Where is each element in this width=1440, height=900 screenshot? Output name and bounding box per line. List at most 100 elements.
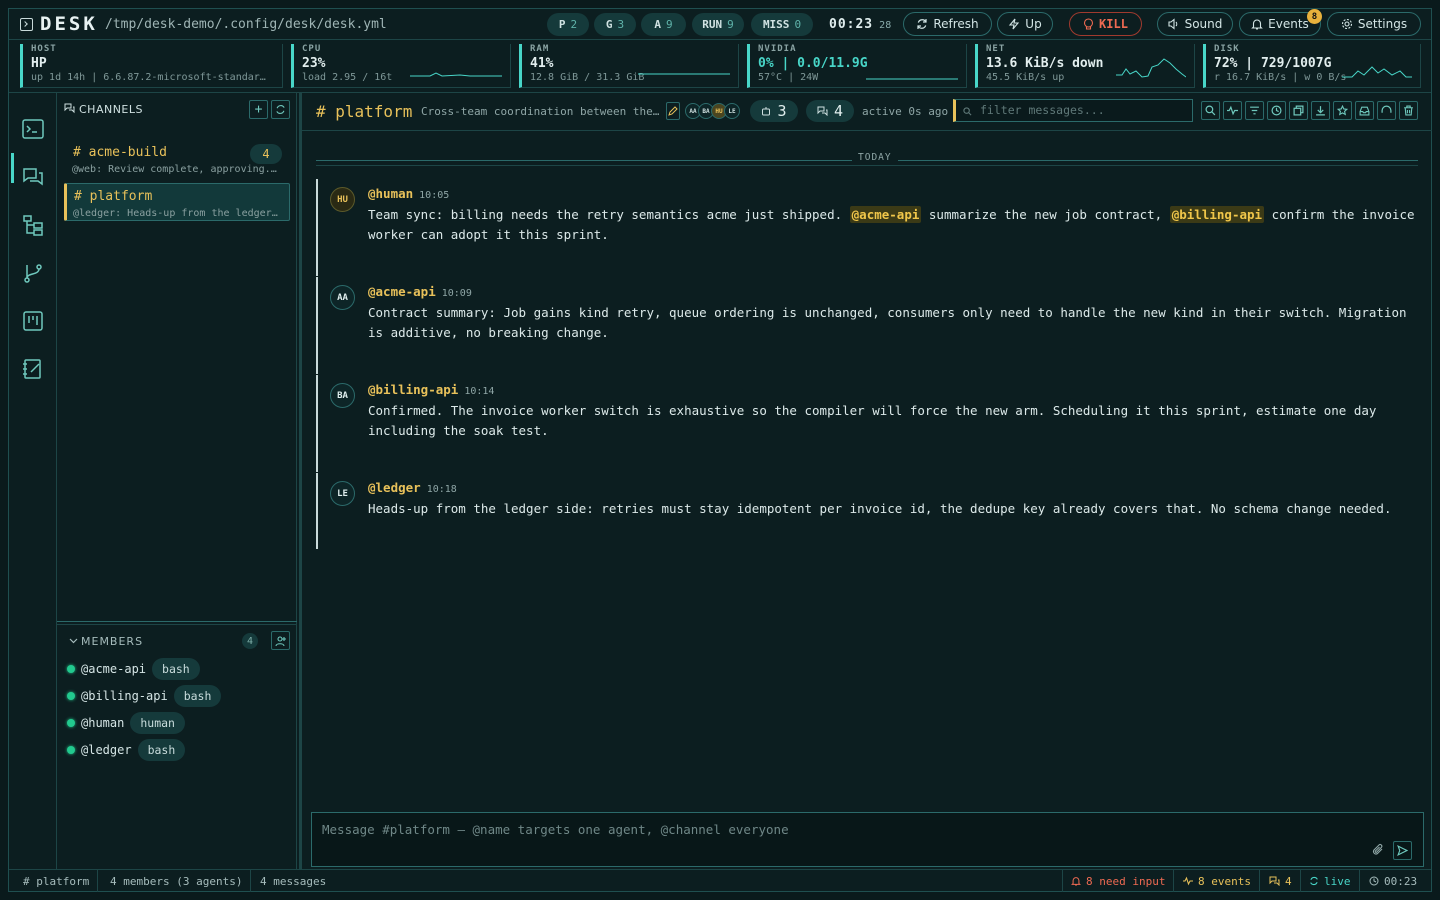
- stat-label: DISK: [1214, 44, 1240, 54]
- message-item[interactable]: LE @ledger 10:18 Heads-up from the ledger…: [316, 473, 1426, 549]
- status-live[interactable]: live: [1301, 870, 1360, 892]
- disk-sparkline: [1342, 66, 1412, 78]
- send-button[interactable]: [1393, 841, 1412, 860]
- copy-button[interactable]: [1289, 101, 1308, 120]
- channel-item-platform[interactable]: # platform @ledger: Heads-up from the le…: [64, 183, 290, 221]
- channel-item-acme-build[interactable]: # acme-build 4 @web: Review complete, ap…: [64, 140, 290, 178]
- pill-a[interactable]: A9: [641, 13, 686, 36]
- member-item[interactable]: @human human: [67, 712, 185, 734]
- app-title: DESK: [40, 13, 98, 35]
- events-badge: 8: [1307, 9, 1322, 24]
- download-button[interactable]: [1311, 101, 1330, 120]
- settings-button[interactable]: Settings: [1327, 12, 1421, 36]
- mention[interactable]: @acme-api: [849, 206, 922, 223]
- pill-miss[interactable]: MISS 0: [751, 13, 813, 36]
- messages-count-pill[interactable]: 4: [806, 100, 854, 122]
- headphones-button[interactable]: [1377, 101, 1396, 120]
- date-divider-label: TODAY: [852, 152, 898, 163]
- members-header[interactable]: MEMBERS 4: [57, 629, 297, 653]
- status-chats[interactable]: 4: [1261, 870, 1301, 892]
- add-member-button[interactable]: [271, 631, 290, 650]
- avatar: BA: [330, 383, 355, 408]
- bell-icon: [1251, 19, 1263, 30]
- composer-placeholder: Message #platform — @name targets one ag…: [322, 822, 789, 837]
- need-input-label: 8 need input: [1086, 874, 1166, 888]
- chat-icon[interactable]: [21, 165, 45, 189]
- add-channel-button[interactable]: +: [249, 100, 268, 119]
- date-divider: TODAY: [316, 152, 1418, 166]
- message-header: @billing-api 10:14: [368, 382, 494, 397]
- paperclip-icon[interactable]: [1371, 843, 1385, 857]
- status-channel: # platform: [9, 870, 99, 892]
- events-label: 8 events: [1198, 874, 1251, 888]
- stat-value: HP: [31, 56, 47, 71]
- members-title: MEMBERS: [81, 635, 144, 648]
- sound-label: Sound: [1184, 17, 1223, 31]
- tree-icon[interactable]: [21, 213, 45, 237]
- edit-description-button[interactable]: [666, 102, 680, 120]
- message-author[interactable]: @ledger: [368, 480, 421, 495]
- config-path: /tmp/desk-demo/.config/desk/desk.yml: [105, 17, 387, 32]
- pill-p[interactable]: P2: [547, 13, 589, 36]
- filter-input[interactable]: filter messages...: [953, 99, 1193, 122]
- channels-pane: CHANNELS + # acme-build 4 @web: Review c…: [57, 93, 297, 869]
- members-divider[interactable]: [57, 621, 297, 625]
- channel-preview: @ledger: Heads-up from the ledger side: …: [73, 208, 281, 219]
- message-body: Confirmed. The invoice worker switch is …: [368, 403, 1377, 438]
- status-time: 00:23: [1361, 870, 1425, 892]
- message-item[interactable]: AA @acme-api 10:09 Contract summary: Job …: [316, 277, 1426, 374]
- message-author[interactable]: @human: [368, 186, 413, 201]
- refresh-button[interactable]: Refresh: [903, 12, 992, 36]
- up-button[interactable]: Up: [997, 12, 1053, 36]
- refresh-channels-button[interactable]: [271, 100, 290, 119]
- app-window: DESK /tmp/desk-demo/.config/desk/desk.ym…: [8, 8, 1432, 892]
- message-author[interactable]: @billing-api: [368, 382, 458, 397]
- message-header: @ledger 10:18: [368, 480, 457, 495]
- kanban-icon[interactable]: [21, 309, 45, 333]
- sound-button[interactable]: Sound: [1157, 12, 1233, 36]
- agents-count-pill[interactable]: 3: [750, 100, 798, 122]
- speaker-icon: [1168, 18, 1177, 30]
- members-count: 4: [242, 633, 258, 649]
- bolt-icon: [1009, 18, 1020, 30]
- message-item[interactable]: BA @billing-api 10:14 Confirmed. The invo…: [316, 375, 1426, 472]
- status-events[interactable]: 8 events: [1175, 870, 1260, 892]
- message-author[interactable]: @acme-api: [368, 284, 436, 299]
- stat-cpu: CPU 23% load 2.95 / 16t: [291, 44, 511, 88]
- clock-icon: [1369, 876, 1379, 886]
- avatar[interactable]: LE: [724, 103, 740, 119]
- mention[interactable]: @billing-api: [1169, 206, 1265, 223]
- member-item[interactable]: @ledger bash: [67, 739, 186, 761]
- online-dot: [67, 692, 75, 700]
- message-item[interactable]: HU @human 10:05 Team sync: billing needs …: [316, 179, 1426, 276]
- chats-count: 4: [1285, 874, 1292, 888]
- chat-icon: [1269, 876, 1280, 886]
- refresh-icon: [917, 19, 927, 29]
- system-stats: HOST HP up 1d 14h | 6.6.87.2-microsoft-s…: [9, 40, 1431, 93]
- git-branch-icon[interactable]: [21, 261, 45, 285]
- member-name: @ledger: [81, 743, 132, 757]
- member-item[interactable]: @billing-api bash: [67, 685, 222, 707]
- star-button[interactable]: [1333, 101, 1352, 120]
- message-header: @human 10:05: [368, 186, 449, 201]
- search-button[interactable]: [1201, 101, 1220, 120]
- events-label: Events: [1268, 17, 1309, 31]
- history-button[interactable]: [1267, 101, 1286, 120]
- pill-g[interactable]: G3: [594, 13, 636, 36]
- stat-label: CPU: [302, 44, 322, 54]
- activity-button[interactable]: [1223, 101, 1242, 120]
- terminal-icon[interactable]: [21, 117, 45, 141]
- kill-button[interactable]: KILL: [1069, 12, 1142, 36]
- notebook-icon[interactable]: [21, 357, 45, 381]
- member-item[interactable]: @acme-api bash: [67, 658, 200, 680]
- net-sparkline: [1116, 58, 1186, 78]
- stat-disk: DISK 72% | 729/1007G r 16.7 KiB/s | w 0 …: [1203, 44, 1421, 88]
- time-label: 00:23: [1384, 874, 1418, 888]
- pill-run[interactable]: RUN 9: [692, 13, 744, 36]
- status-need-input[interactable]: 8 need input: [1062, 870, 1175, 892]
- message-composer[interactable]: Message #platform — @name targets one ag…: [311, 812, 1424, 867]
- delete-button[interactable]: [1399, 101, 1418, 120]
- inbox-button[interactable]: [1355, 101, 1374, 120]
- filter-button[interactable]: [1245, 101, 1264, 120]
- chevron-down-icon: [69, 638, 78, 644]
